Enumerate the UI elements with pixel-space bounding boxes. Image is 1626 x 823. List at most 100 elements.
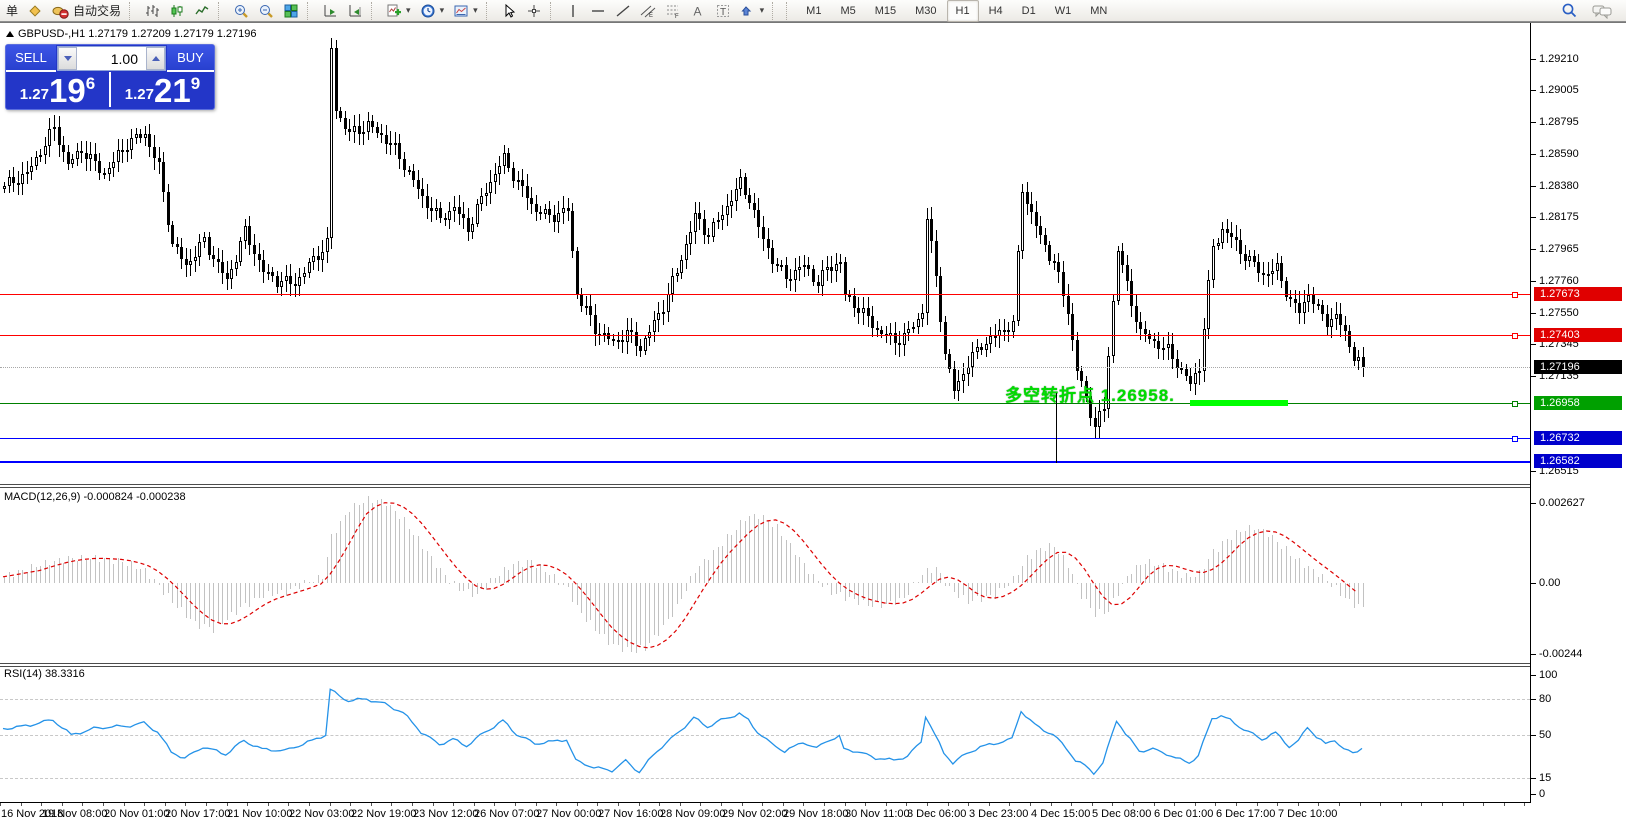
- horizontal-line-button[interactable]: [586, 0, 610, 22]
- new-order-button[interactable]: 单: [2, 0, 22, 22]
- candle: [126, 150, 129, 152]
- time-tick: [865, 803, 866, 806]
- time-label: 21 Nov 10:00: [227, 808, 292, 820]
- horizontal-line-1.27403[interactable]: [0, 335, 1530, 336]
- candle: [1048, 245, 1051, 261]
- time-tick: [886, 803, 887, 806]
- price-tick: [1531, 344, 1536, 345]
- chart-window[interactable]: GBPUSD-,H1 1.27179 1.27209 1.27179 1.271…: [0, 22, 1626, 823]
- arrows-button[interactable]: ▾: [736, 0, 769, 22]
- auto-scroll-button[interactable]: [318, 0, 342, 22]
- macd-histogram-bar: [990, 583, 991, 595]
- indicators-icon: [386, 3, 402, 19]
- crosshair-button[interactable]: [522, 0, 546, 22]
- search-button[interactable]: [1557, 0, 1582, 22]
- candle: [1153, 339, 1156, 341]
- time-axis[interactable]: 16 Nov 201819 Nov 08:0020 Nov 01:0020 No…: [0, 803, 1626, 823]
- line-chart-type-button[interactable]: [190, 0, 214, 22]
- candle: [1003, 330, 1006, 332]
- pane-splitter-rsi[interactable]: [0, 663, 1530, 667]
- timeframe-m1-button[interactable]: M1: [797, 0, 830, 22]
- macd-histogram-bar: [395, 511, 396, 583]
- candle: [130, 138, 133, 150]
- candle: [380, 133, 383, 135]
- candlestick-type-button[interactable]: [165, 0, 189, 22]
- line-handle[interactable]: [1512, 436, 1518, 442]
- volume-increase-button[interactable]: [146, 47, 165, 70]
- price-tick: [1531, 313, 1536, 314]
- line-handle[interactable]: [1512, 292, 1518, 298]
- sell-price-display[interactable]: 1.27196: [6, 72, 109, 107]
- time-label: 3 Dec 06:00: [907, 808, 966, 820]
- vertical-line-object[interactable]: [1056, 393, 1057, 463]
- macd-histogram-bar: [131, 561, 132, 583]
- templates-button[interactable]: ▾: [449, 0, 482, 22]
- timeframe-w1-button[interactable]: W1: [1046, 0, 1081, 22]
- time-tick: [1421, 803, 1422, 806]
- pivot-highlight-bar[interactable]: [1190, 400, 1288, 406]
- line-handle[interactable]: [1512, 401, 1518, 407]
- comments-button[interactable]: [1588, 0, 1616, 22]
- candle: [394, 143, 397, 145]
- vertical-line-button[interactable]: [561, 0, 585, 22]
- trendline-button[interactable]: [611, 0, 635, 22]
- price-axis[interactable]: 1.292101.290051.287951.285901.283801.281…: [1530, 23, 1626, 823]
- horizontal-line-1.26732[interactable]: [0, 438, 1530, 439]
- timeframe-m5-button[interactable]: M5: [831, 0, 864, 22]
- volume-input[interactable]: [77, 47, 146, 70]
- chart-plot[interactable]: GBPUSD-,H1 1.27179 1.27209 1.27179 1.271…: [0, 23, 1530, 823]
- indicators-button[interactable]: ▾: [382, 0, 415, 22]
- horizontal-line-1.26582[interactable]: [0, 461, 1530, 463]
- candle: [1298, 303, 1301, 313]
- horizontal-line-1.27673[interactable]: [0, 294, 1530, 295]
- macd-histogram-bar: [1268, 537, 1269, 583]
- timeframe-h1-button[interactable]: H1: [947, 0, 979, 22]
- time-tick: [124, 803, 125, 806]
- buy-button[interactable]: BUY: [167, 45, 214, 72]
- candle: [58, 127, 61, 145]
- toolbar-separator: [371, 2, 378, 20]
- macd-histogram-bar: [427, 551, 428, 583]
- macd-histogram-bar: [640, 583, 641, 645]
- macd-histogram-bar: [1036, 550, 1037, 583]
- candle: [767, 239, 770, 248]
- line-handle[interactable]: [1512, 333, 1518, 339]
- equidistant-channel-button[interactable]: E: [636, 0, 660, 22]
- price-tick: [1531, 122, 1536, 123]
- pane-splitter-macd[interactable]: [0, 484, 1530, 488]
- price-tick: [1531, 281, 1536, 282]
- timeframe-d1-button[interactable]: D1: [1013, 0, 1045, 22]
- timeframe-m30-button[interactable]: M30: [906, 0, 945, 22]
- timeframe-h4-button[interactable]: H4: [980, 0, 1012, 22]
- buy-price-display[interactable]: 1.27219: [111, 72, 214, 107]
- time-label: 23 Nov 12:00: [413, 808, 478, 820]
- svg-text:T: T: [720, 7, 726, 18]
- autotrading-button[interactable]: 自动交易: [48, 0, 125, 22]
- zoom-out-button[interactable]: [254, 0, 278, 22]
- bar-chart-type-button[interactable]: [140, 0, 164, 22]
- up-arrow-icon: [152, 56, 160, 61]
- macd-histogram-bar: [813, 574, 814, 583]
- market-watch-icon[interactable]: [23, 0, 47, 22]
- zoom-in-button[interactable]: [229, 0, 253, 22]
- horizontal-line-1.27196[interactable]: [0, 367, 1530, 368]
- horizontal-line-1.26958[interactable]: [0, 403, 1530, 404]
- timeframe-mn-button[interactable]: MN: [1081, 0, 1116, 22]
- timeframe-m15-button[interactable]: M15: [866, 0, 905, 22]
- periods-button[interactable]: ▾: [416, 0, 449, 22]
- candle: [1303, 302, 1306, 313]
- volume-decrease-button[interactable]: [58, 47, 77, 70]
- price-tick: [1531, 249, 1536, 250]
- macd-histogram-bar: [940, 573, 941, 583]
- sell-button[interactable]: SELL: [6, 45, 56, 72]
- text-button[interactable]: A: [686, 0, 710, 22]
- text-label-button[interactable]: T: [711, 0, 735, 22]
- chart-shift-button[interactable]: [343, 0, 367, 22]
- cursor-button[interactable]: [497, 0, 521, 22]
- pivot-annotation-text[interactable]: 多空转折点 1.26958.: [1005, 381, 1175, 406]
- time-tick: [1195, 803, 1196, 806]
- fibonacci-button[interactable]: F: [661, 0, 685, 22]
- candle: [280, 281, 283, 287]
- macd-histogram-bar: [1336, 583, 1337, 585]
- tile-windows-button[interactable]: [279, 0, 303, 22]
